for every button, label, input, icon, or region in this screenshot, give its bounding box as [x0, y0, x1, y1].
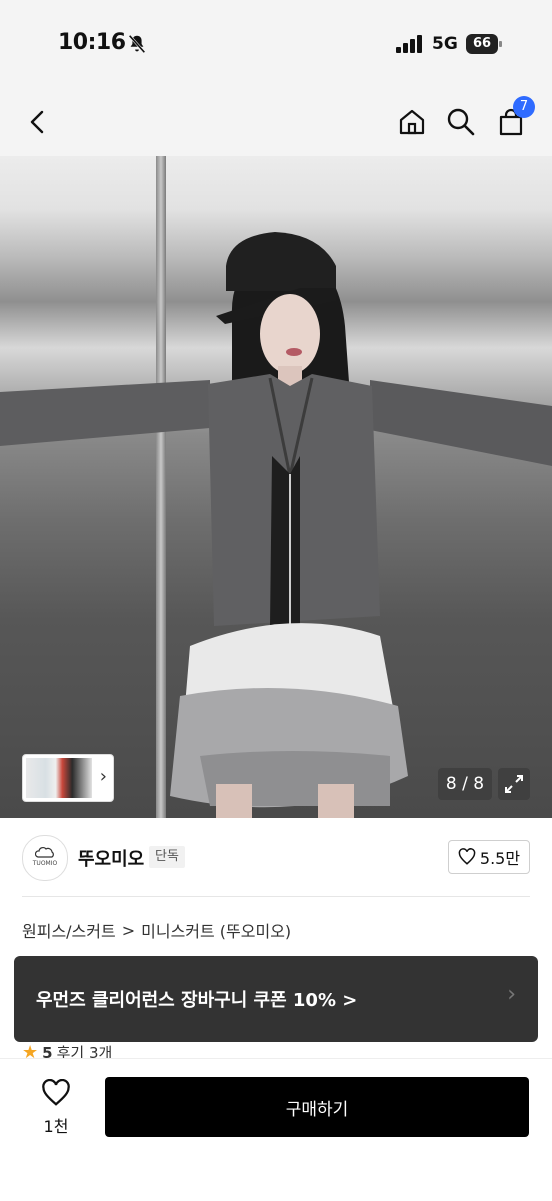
- buy-button[interactable]: 구매하기: [105, 1077, 529, 1137]
- heart-icon: [42, 1078, 70, 1106]
- breadcrumb-subcategory[interactable]: 미니스커트 (뚜오미오): [141, 918, 291, 942]
- search-button[interactable]: [443, 104, 479, 140]
- battery-icon: 66: [466, 34, 502, 54]
- chevron-right-icon: ›: [507, 982, 516, 1007]
- image-counter: 8 / 8: [438, 768, 492, 800]
- expand-button[interactable]: [498, 768, 530, 800]
- battery-level: 66: [466, 34, 498, 54]
- heart-icon: [458, 848, 476, 865]
- status-bar: 10:16 5G 66: [0, 0, 552, 90]
- expand-icon: [505, 775, 523, 793]
- shop-like-count: 5.5만: [479, 849, 521, 868]
- product-image[interactable]: › 8 / 8: [0, 156, 552, 818]
- top-nav: 7: [0, 90, 552, 156]
- cloud-logo-icon: [35, 847, 54, 858]
- breadcrumb: 원피스/스커트 > 미니스커트 (뚜오미오): [22, 918, 291, 942]
- divider: [22, 896, 530, 897]
- bottom-action-bar: 1천 구매하기: [0, 1058, 552, 1201]
- shop-name[interactable]: 뚜오미오: [78, 845, 144, 871]
- model-figure: [0, 232, 552, 818]
- status-time: 10:16: [58, 30, 126, 55]
- thumbnail-image: [26, 758, 92, 798]
- bell-muted-icon: [128, 34, 146, 54]
- search-icon: [447, 108, 475, 136]
- signal-icon: [396, 35, 422, 53]
- home-icon: [399, 109, 425, 135]
- shop-logo-text: TUOMIO: [32, 860, 58, 867]
- shop-logo[interactable]: TUOMIO: [22, 835, 68, 881]
- thumbnail-strip-button[interactable]: ›: [22, 754, 114, 802]
- network-type: 5G: [432, 34, 458, 54]
- coupon-banner[interactable]: 우먼즈 클리어런스 장바구니 쿠폰 10% > ›: [14, 956, 538, 1042]
- breadcrumb-category[interactable]: 원피스/스커트: [22, 918, 116, 942]
- back-button[interactable]: [20, 104, 56, 140]
- shop-like-button[interactable]: 5.5만: [448, 840, 530, 874]
- breadcrumb-separator: >: [121, 920, 136, 940]
- cart-count-badge: 7: [513, 96, 535, 118]
- chevron-left-icon: [30, 110, 44, 134]
- exclusive-badge: 단독: [149, 846, 185, 868]
- home-button[interactable]: [394, 104, 430, 140]
- wish-button[interactable]: 1천: [36, 1078, 76, 1139]
- cart-button[interactable]: 7: [493, 96, 535, 140]
- wish-count: 1천: [43, 1117, 69, 1136]
- chevron-right-icon: ›: [99, 766, 107, 787]
- coupon-banner-text: 우먼즈 클리어런스 장바구니 쿠폰 10% >: [36, 990, 358, 1011]
